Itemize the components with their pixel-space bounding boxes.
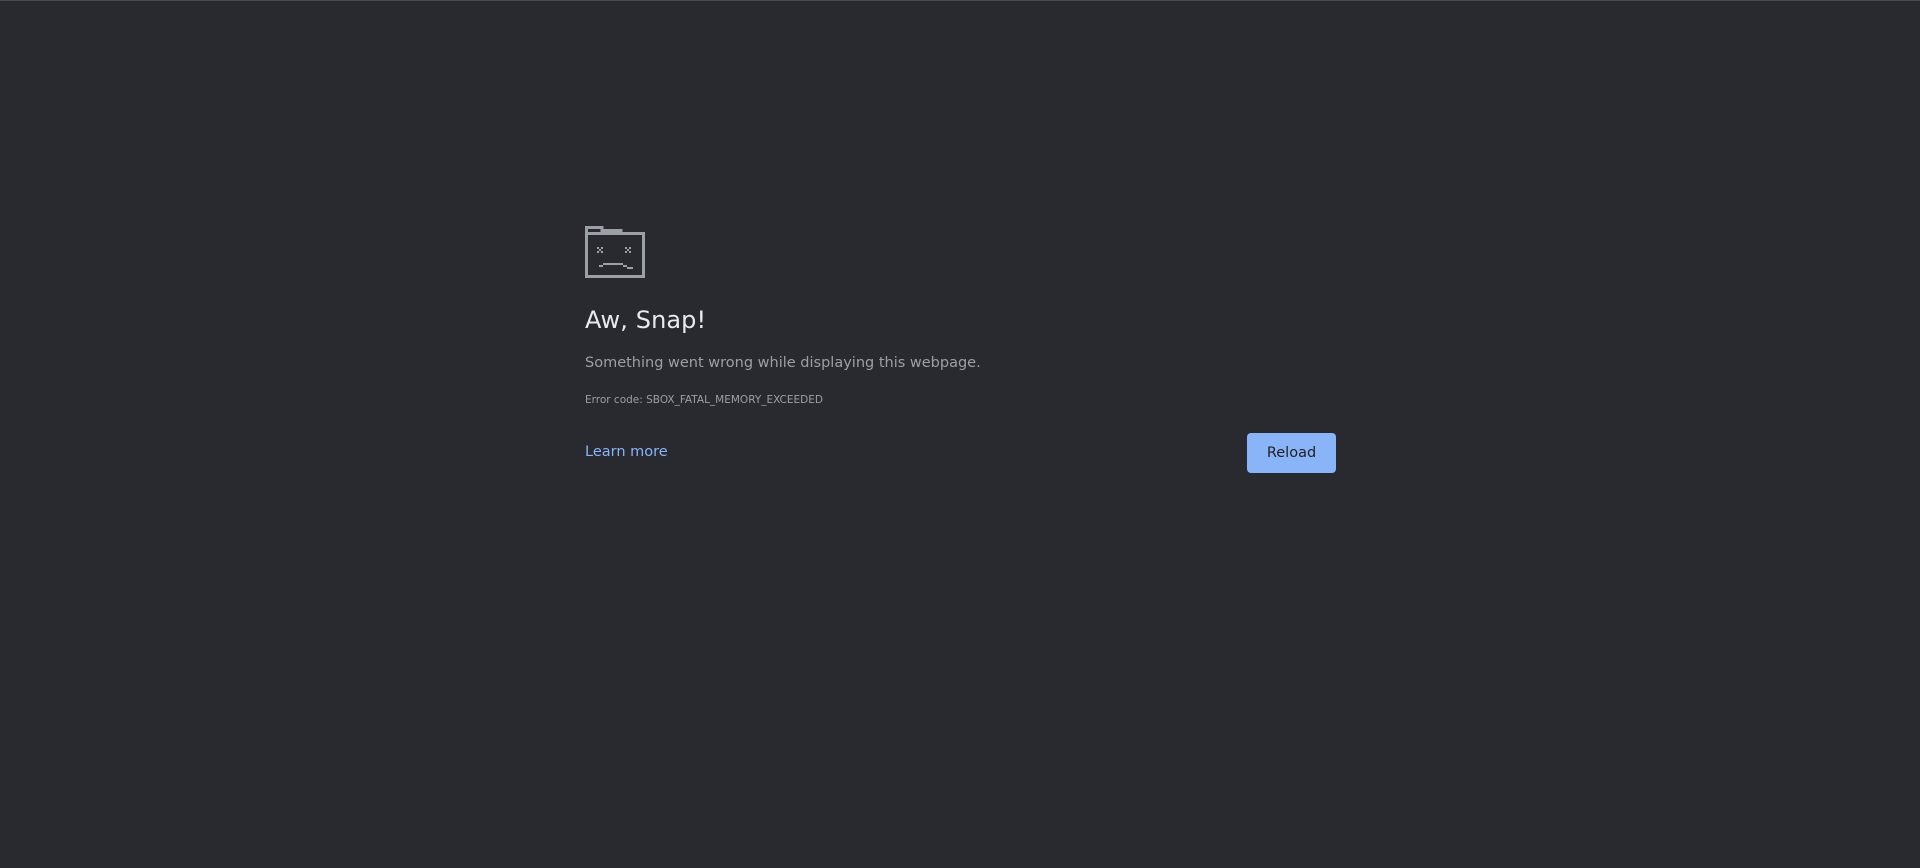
window-top-border (0, 0, 1920, 1)
error-actions: Learn more Reload (585, 433, 1336, 473)
error-message: Something went wrong while displaying th… (585, 355, 981, 371)
sad-tab-icon (585, 226, 645, 278)
reload-button[interactable]: Reload (1247, 433, 1336, 473)
learn-more-link[interactable]: Learn more (585, 444, 668, 460)
error-content: Aw, Snap! Something went wrong while dis… (585, 226, 1336, 473)
error-code: Error code: SBOX_FATAL_MEMORY_EXCEEDED (585, 394, 823, 406)
error-title: Aw, Snap! (585, 306, 707, 334)
